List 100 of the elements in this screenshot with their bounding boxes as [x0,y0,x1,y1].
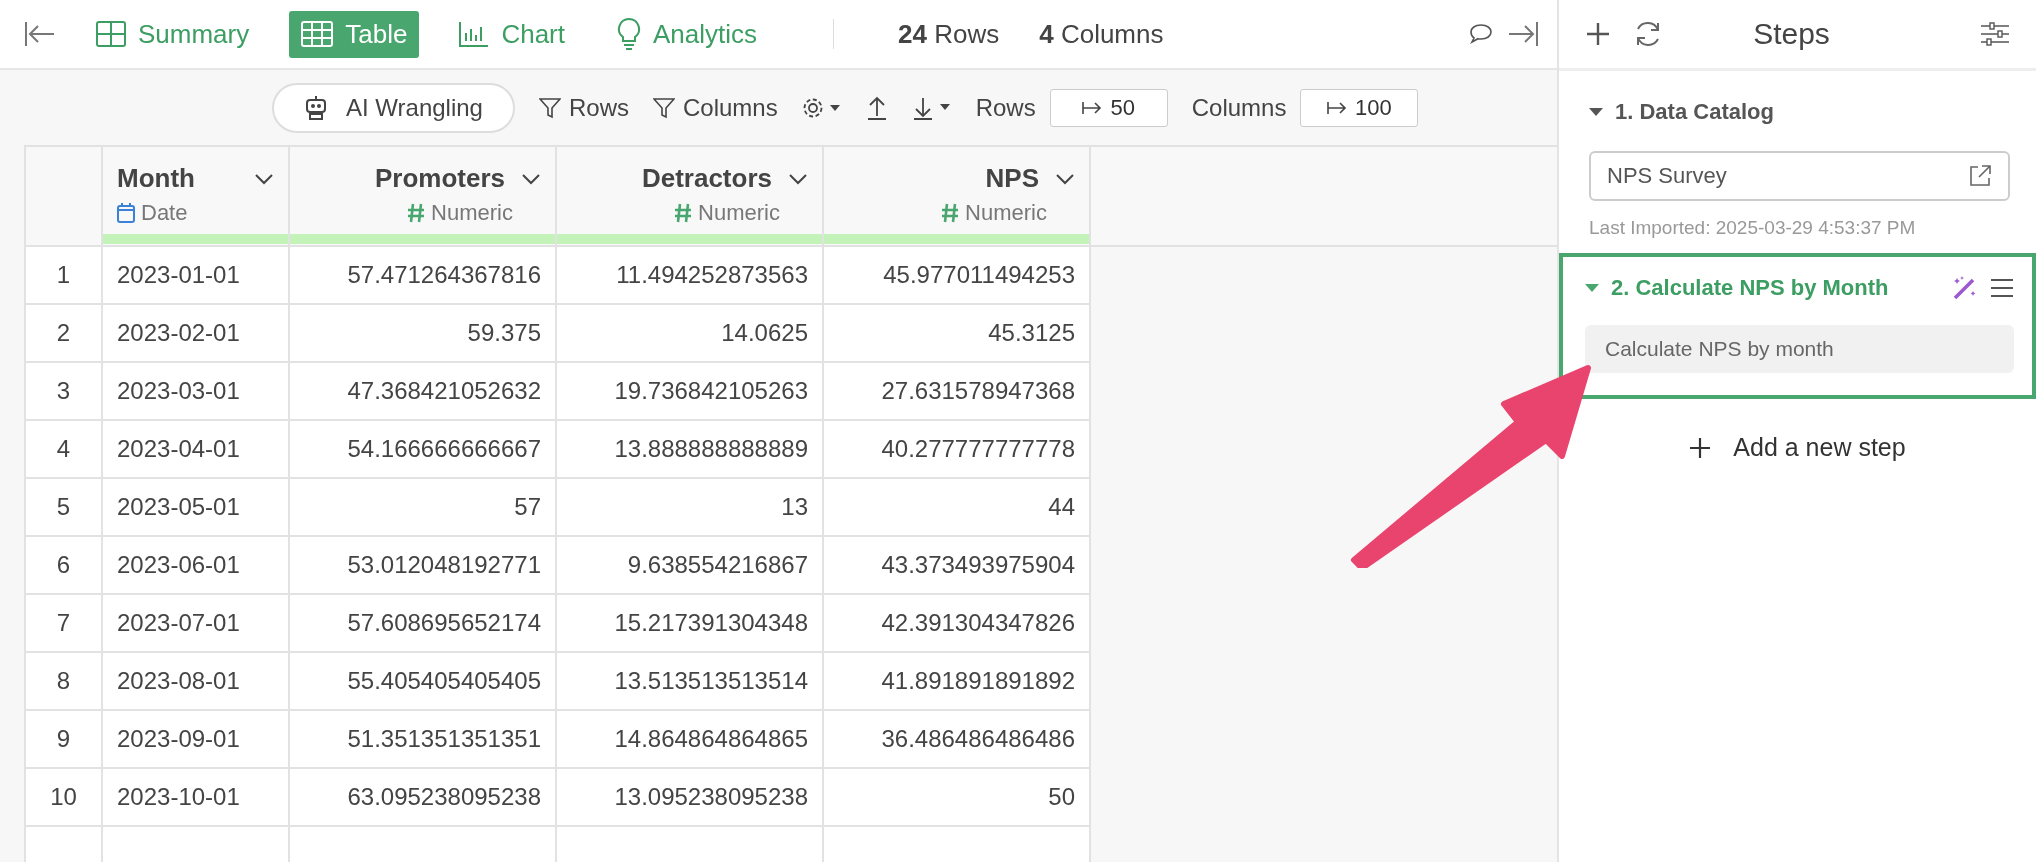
column-type: Date [141,200,188,226]
add-step-button[interactable]: Add a new step [1679,427,1916,468]
collapse-right-icon[interactable] [1507,20,1539,48]
column-header[interactable]: Month Date [102,146,289,246]
row-number: 9 [25,710,102,768]
column-header[interactable]: Promoters Numeric [289,146,556,246]
table-cell: 2023-07-01 [102,594,289,652]
data-source-name: NPS Survey [1607,163,1727,189]
columns-label: Columns [1191,93,1287,122]
table-cell: 51.351351351351 [289,710,556,768]
table-cell: 44 [823,478,1090,536]
row-number: 3 [25,362,102,420]
plus-icon [1689,436,1712,459]
table-cell: 2023-02-01 [102,304,289,362]
table-cell: 2023-09-01 [102,710,289,768]
table-cell: 59.375 [289,304,556,362]
table-cell: 45.3125 [823,304,1090,362]
column-type: Numeric [431,200,513,226]
grid-icon [96,21,126,47]
rows-limit-field[interactable]: 50 [1049,88,1168,127]
column-filter-button[interactable]: Columns [653,93,778,122]
table-cell: 57 [289,478,556,536]
arrow-to-icon [1082,100,1103,115]
table-cell: 2023-08-01 [102,652,289,710]
columns-limit-field[interactable]: 100 [1300,88,1419,127]
magic-wand-icon[interactable] [1952,275,1978,301]
table-cell: 50 [823,768,1090,826]
column-type: Numeric [965,200,1047,226]
table-cell: 36.486486486486 [823,710,1090,768]
column-header[interactable]: Detractors Numeric [556,146,823,246]
column-name: Month [117,163,195,194]
ai-wrangling-button[interactable]: AI Wrangling [272,82,515,133]
menu-icon[interactable] [1990,278,2014,298]
table-cell: 45.977011494253 [823,246,1090,304]
step-title: 2. Calculate NPS by Month [1611,275,1890,301]
column-header[interactable]: NPS Numeric [823,146,1090,246]
table-cell: 13.513513513514 [556,652,823,710]
collapse-left-icon[interactable] [24,20,56,48]
arrow-to-icon [1327,100,1348,115]
table-cell: 54.166666666667 [289,420,556,478]
table-cell: 42.391304347826 [823,594,1090,652]
column-name: Detractors [641,163,772,194]
chevron-down-icon[interactable] [788,172,808,185]
column-name: Promoters [374,163,505,194]
column-count: 4 Columns [1039,18,1164,50]
chevron-down-icon[interactable] [254,172,274,185]
steps-title: Steps [1752,17,1831,51]
rows-label: Rows [975,93,1036,122]
table-icon [301,21,334,47]
column-type: Numeric [698,200,780,226]
chevron-down-icon[interactable] [1055,172,1075,185]
row-number: 10 [25,768,102,826]
table-cell: 2023-06-01 [102,536,289,594]
filter-icon [538,96,561,119]
external-link-icon[interactable] [1968,164,1992,188]
hash-icon [407,203,426,223]
hash-icon [941,203,960,223]
import-timestamp: Last Imported: 2025-03-29 4:53:37 PM [1589,217,1917,239]
sliders-icon[interactable] [1980,21,2010,47]
table-cell: 63.095238095238 [289,768,556,826]
row-number: 6 [25,536,102,594]
table-cell: 13 [556,478,823,536]
plus-icon[interactable] [1585,21,1611,47]
row-number: 8 [25,652,102,710]
table-cell: 15.217391304348 [556,594,823,652]
row-number: 4 [25,420,102,478]
triangle-down-icon[interactable] [1589,107,1603,117]
table-cell: 9.638554216867 [556,536,823,594]
row-number: 7 [25,594,102,652]
table-cell: 57.471264367816 [289,246,556,304]
calendar-icon [117,203,135,223]
hash-icon [674,203,693,223]
table-cell: 47.368421052632 [289,362,556,420]
robot-icon [304,94,328,121]
upload-icon[interactable] [865,94,888,121]
data-source-field[interactable]: NPS Survey [1589,151,2010,201]
step-card[interactable]: 1. Data Catalog NPS Survey Last Imported: 2025-03-29 4:53:37 PM [1559,71,2036,257]
table-cell: 27.631578947368 [823,362,1090,420]
table-cell: 2023-04-01 [102,420,289,478]
table-cell: 14.864864864865 [556,710,823,768]
table-cell: 13.095238095238 [556,768,823,826]
row-number: 5 [25,478,102,536]
table-cell: 2023-03-01 [102,362,289,420]
table-cell: 19.736842105263 [556,362,823,420]
comment-icon[interactable] [1469,23,1493,45]
row-filter-button[interactable]: Rows [538,93,629,122]
table-cell: 53.012048192771 [289,536,556,594]
step-card[interactable]: 2. Calculate NPS by Month Calculate NPS by month [1559,253,2036,399]
table-cell: 2023-10-01 [102,768,289,826]
chevron-down-icon[interactable] [521,172,541,185]
table-cell: 43.373493975904 [823,536,1090,594]
table-cell: 41.891891891892 [823,652,1090,710]
column-name: NPS [985,163,1039,194]
table-cell: 2023-05-01 [102,478,289,536]
table-cell: 14.0625 [556,304,823,362]
table-cell: 40.277777777778 [823,420,1090,478]
row-number: 1 [25,246,102,304]
filter-icon [653,96,675,119]
step-description: Calculate NPS by month [1585,325,2014,373]
table-cell: 13.888888888889 [556,420,823,478]
